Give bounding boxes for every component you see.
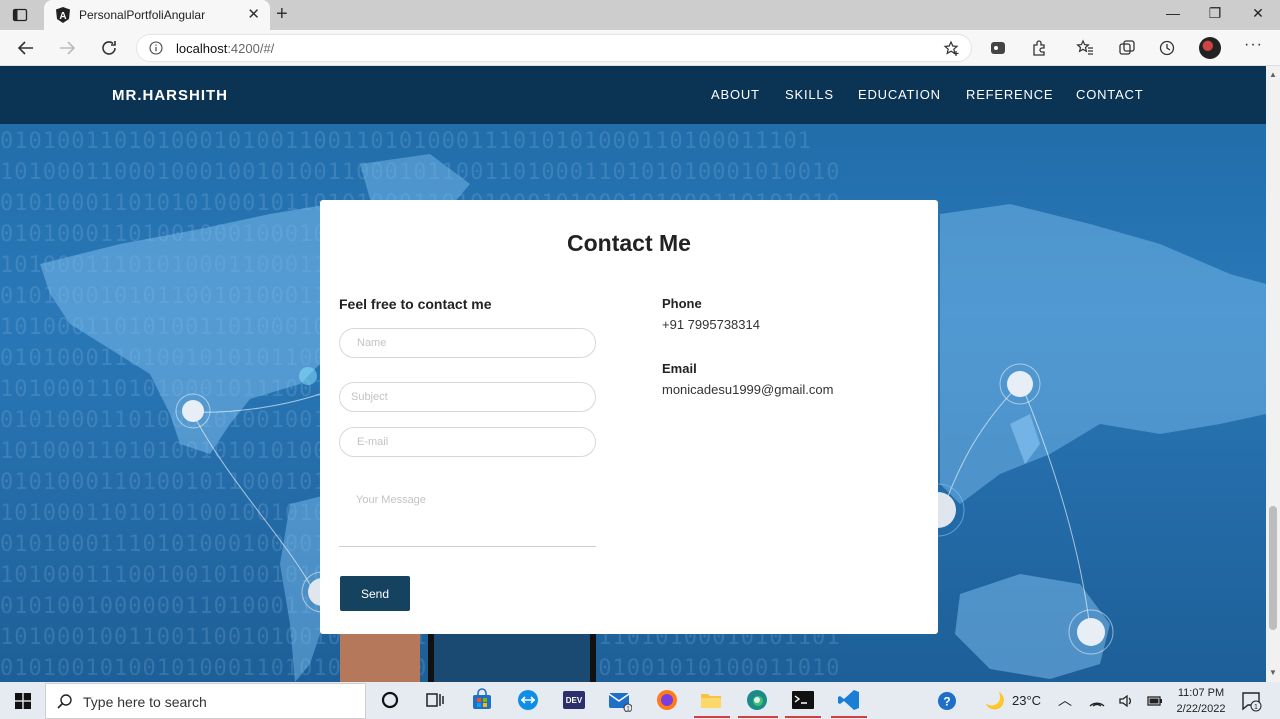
email-label: Email <box>662 361 697 376</box>
add-favorite-icon[interactable] <box>943 40 961 58</box>
send-button[interactable]: Send <box>340 576 410 611</box>
notifications-icon[interactable]: 1 <box>1240 690 1262 712</box>
form-heading: Feel free to contact me <box>339 296 492 312</box>
teamviewer-icon[interactable] <box>516 688 540 712</box>
running-indicator <box>694 716 730 718</box>
email-input[interactable] <box>339 427 596 457</box>
windows-taskbar: Type here to search DEV 1 ? 🌙 23°C ︿ 11:… <box>0 682 1280 719</box>
scroll-down-icon[interactable]: ▼ <box>1269 668 1277 677</box>
mail-icon[interactable]: 1 <box>608 688 632 712</box>
collections-icon[interactable] <box>1118 39 1136 57</box>
message-textarea[interactable] <box>339 482 596 547</box>
contact-card: Contact Me Feel free to contact me Send … <box>320 200 938 634</box>
nav-skills[interactable]: SKILLS <box>785 87 834 102</box>
clock-time: 11:07 PM <box>1177 687 1225 699</box>
phone-value: +91 7995738314 <box>662 317 760 332</box>
nav-education[interactable]: EDUCATION <box>858 87 941 102</box>
name-input[interactable] <box>339 328 596 358</box>
minimize-icon[interactable]: — <box>1163 5 1183 21</box>
restore-icon[interactable]: ❐ <box>1205 5 1225 22</box>
volume-icon[interactable] <box>1117 692 1135 710</box>
subject-input[interactable] <box>339 382 596 412</box>
svg-text:A: A <box>59 11 66 22</box>
address-bar[interactable]: localhost:4200/#/ <box>136 34 972 62</box>
phone-label: Phone <box>662 296 702 311</box>
svg-text:?: ? <box>943 695 950 709</box>
scroll-thumb[interactable] <box>1269 506 1277 630</box>
firefox-icon[interactable] <box>655 688 679 712</box>
forward-icon[interactable] <box>57 38 77 58</box>
site-info-icon[interactable] <box>149 41 163 55</box>
nav-contact[interactable]: CONTACT <box>1076 87 1143 102</box>
new-tab-icon[interactable]: + <box>276 3 288 26</box>
profile-avatar[interactable] <box>1199 37 1221 59</box>
site-navbar: MR.HARSHITH ABOUT SKILLS EDUCATION REFER… <box>0 66 1266 124</box>
angular-favicon-icon: A <box>56 7 70 23</box>
window-close-icon[interactable]: ✕ <box>1248 5 1268 22</box>
email-value: monicadesu1999@gmail.com <box>662 382 834 397</box>
nav-reference[interactable]: REFERENCE <box>966 87 1053 102</box>
taskbar-clock[interactable]: 11:07 PM 2/22/2022 <box>1170 685 1232 717</box>
svg-text:DEV: DEV <box>566 696 583 705</box>
running-indicator <box>785 716 821 718</box>
svg-text:1: 1 <box>1254 704 1258 711</box>
weather-moon-icon[interactable]: 🌙 <box>985 691 1005 711</box>
extension-icon[interactable] <box>989 39 1007 57</box>
back-icon[interactable] <box>16 38 36 58</box>
terminal-icon[interactable] <box>791 688 815 712</box>
nav-about[interactable]: ABOUT <box>711 87 760 102</box>
help-icon[interactable]: ? <box>936 690 958 712</box>
clock-date: 2/22/2022 <box>1176 703 1226 715</box>
more-options-icon[interactable]: ··· <box>1244 36 1263 54</box>
page-viewport: 0101001101010001010011001101010001110101… <box>0 66 1266 682</box>
contact-title: Contact Me <box>567 230 691 256</box>
url-text[interactable]: localhost:4200/#/ <box>176 41 274 56</box>
tab-close-icon[interactable]: ✕ <box>247 5 260 23</box>
browser-tab-bar: A PersonalPortfoliAngular ✕ + — ❐ ✕ <box>0 0 1280 30</box>
battery-icon[interactable] <box>1146 692 1164 710</box>
task-view-icon[interactable] <box>423 688 447 712</box>
dev-app-icon[interactable]: DEV <box>562 688 586 712</box>
page-scrollbar[interactable]: ▲ ▼ <box>1266 66 1280 682</box>
search-placeholder: Type here to search <box>83 694 207 710</box>
file-explorer-icon[interactable] <box>699 688 723 712</box>
microsoft-store-icon[interactable] <box>470 688 494 712</box>
vscode-icon[interactable] <box>837 688 861 712</box>
windows-start-icon[interactable] <box>15 693 31 709</box>
tab-title: PersonalPortfoliAngular <box>79 8 206 22</box>
history-icon[interactable] <box>1158 39 1176 57</box>
favorites-icon[interactable] <box>1076 39 1094 57</box>
wifi-icon[interactable] <box>1088 692 1106 710</box>
extensions-puzzle-icon[interactable] <box>1030 39 1048 57</box>
tab-actions-icon[interactable] <box>12 7 28 23</box>
browser-toolbar: localhost:4200/#/ ··· <box>0 30 1280 66</box>
running-indicator <box>831 716 867 718</box>
running-indicator <box>738 716 778 718</box>
browser-tab-active[interactable]: A PersonalPortfoliAngular ✕ <box>44 0 270 30</box>
tray-expand-icon[interactable]: ︿ <box>1058 690 1072 710</box>
weather-temperature[interactable]: 23°C <box>1012 693 1041 708</box>
cortana-icon[interactable] <box>378 688 402 712</box>
scroll-up-icon[interactable]: ▲ <box>1269 70 1277 79</box>
edge-icon[interactable] <box>745 688 769 712</box>
site-brand[interactable]: MR.HARSHITH <box>112 87 228 104</box>
search-icon <box>57 694 72 709</box>
refresh-icon[interactable] <box>99 38 119 58</box>
taskbar-search[interactable]: Type here to search <box>45 683 366 719</box>
